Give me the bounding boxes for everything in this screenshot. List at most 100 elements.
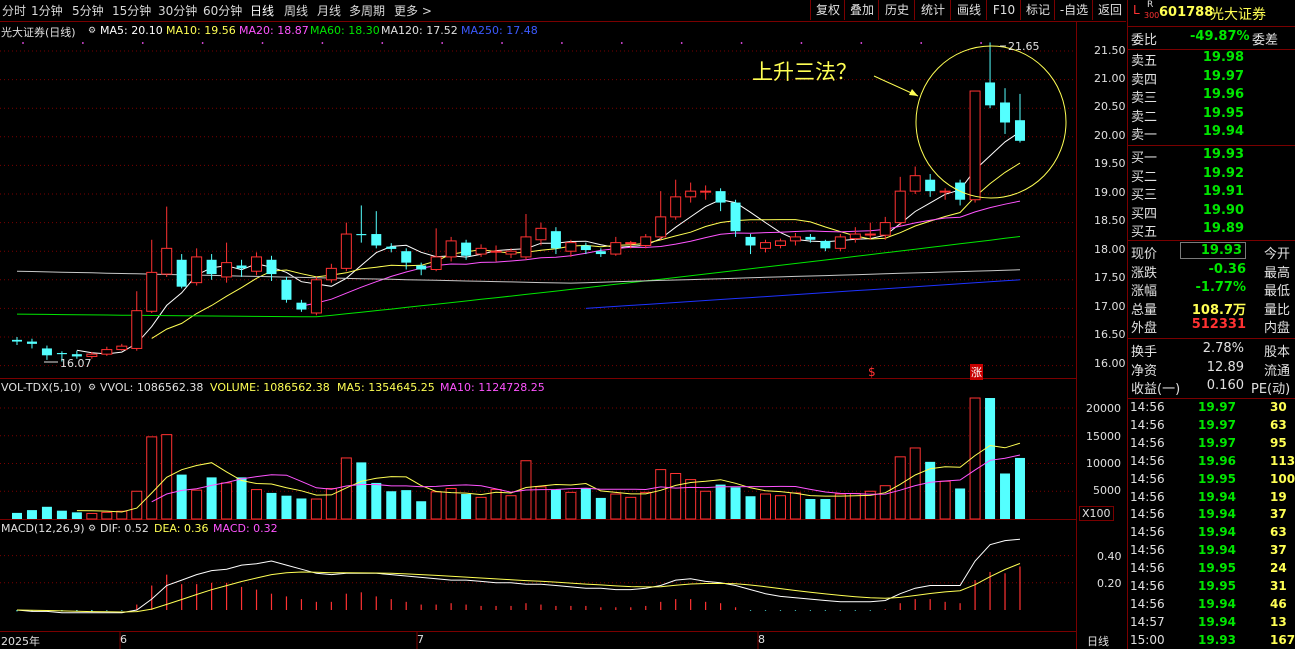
volume-bar: [730, 487, 741, 519]
volume-bar: [296, 498, 307, 519]
tick-row[interactable]: 14:56 19.97 30: [1128, 400, 1295, 418]
tick-row[interactable]: 14:56 19.95 31: [1128, 579, 1295, 597]
volume-bar: [610, 493, 622, 520]
vol-settings-icon[interactable]: ⚙: [88, 383, 96, 393]
price-tick: 16.00: [1094, 357, 1126, 370]
candle-body: [266, 259, 277, 275]
tick-row[interactable]: 14:56 19.97 95: [1128, 436, 1295, 454]
volume-bar: [939, 480, 951, 520]
candle-body: [56, 353, 67, 355]
price-tick: 17.00: [1094, 300, 1126, 313]
macd-value-legend: MACD: 0.32: [213, 522, 278, 535]
volume-bar: [386, 491, 397, 519]
badge-300: 300: [1144, 11, 1160, 20]
candle-body: [670, 196, 682, 218]
candle-body: [610, 242, 622, 255]
tick-time: 14:56: [1130, 489, 1165, 504]
stock-code: 601788: [1159, 5, 1214, 20]
tick-price: 19.97: [1198, 417, 1236, 432]
candle-body: [565, 242, 577, 252]
vol-ma5-line: [76, 442, 1021, 513]
ma250-line: [585, 279, 1021, 309]
dividend-marker: $: [868, 365, 876, 379]
volume-bar: [715, 484, 726, 519]
price-tick: 21.00: [1094, 72, 1126, 85]
tick-row[interactable]: 15:00 19.93 1675: [1128, 633, 1295, 649]
tick-volume: 37: [1270, 507, 1287, 522]
event-dot: [501, 42, 503, 44]
volume-bar: [625, 496, 637, 520]
tick-price: 19.97: [1198, 400, 1236, 414]
candle-body: [296, 302, 307, 310]
volume-bar: [849, 492, 861, 520]
period-footer[interactable]: 日线: [1087, 633, 1109, 649]
volume-bar: [146, 436, 158, 520]
volume-bar: [416, 501, 427, 519]
tick-price: 19.93: [1198, 632, 1236, 647]
high-price-label: 21.65: [1008, 40, 1040, 53]
volume-bar: [191, 489, 203, 520]
volume-bar: [550, 489, 561, 519]
tick-time: 14:56: [1130, 435, 1165, 450]
candle-body: [131, 310, 143, 349]
event-dot: [141, 42, 144, 44]
ask-row: 卖三 19.96: [1128, 87, 1295, 107]
stat-row: 净资 12.89 流通: [1128, 359, 1295, 379]
bid-row: 买一 19.93: [1128, 147, 1295, 166]
quote-value: 512331: [1191, 317, 1246, 333]
volume-bar: [505, 495, 517, 520]
volume-bar: [430, 491, 442, 520]
bid-price: 19.91: [1202, 184, 1244, 200]
tick-row[interactable]: 14:56 19.95 100: [1128, 472, 1295, 490]
volume-bar: [909, 447, 921, 520]
ask-price: 19.94: [1202, 124, 1244, 140]
volume-bar: [12, 512, 22, 519]
tick-row[interactable]: 14:56 19.96 113: [1128, 454, 1295, 472]
tick-row[interactable]: 14:56 19.97 63: [1128, 418, 1295, 436]
macd-settings-icon[interactable]: ⚙: [88, 524, 96, 534]
tick-row[interactable]: 14:56 19.94 63: [1128, 525, 1295, 543]
quote-value: 19.93: [1179, 242, 1246, 259]
volume-bar: [655, 469, 667, 520]
tick-time: 14:56: [1130, 543, 1165, 558]
candle-body: [146, 271, 158, 312]
back-button[interactable]: 返回: [1092, 0, 1127, 20]
event-dot: [920, 42, 923, 44]
candle-body: [371, 234, 382, 246]
event-dot: [22, 42, 24, 44]
volume-bar: [461, 494, 472, 519]
stock-name: 光大证券: [1210, 7, 1266, 23]
dea-line: [16, 563, 1021, 613]
stat-value: 0.160: [1206, 378, 1244, 394]
ask-label: 卖三: [1131, 91, 1158, 107]
volume-bar: [745, 496, 756, 519]
tick-row[interactable]: 14:56 19.95 24: [1128, 561, 1295, 579]
candle-body: [894, 190, 906, 224]
committee-row: 委比 -49.87% 委差: [1128, 29, 1295, 50]
candle-body: [925, 179, 936, 192]
vol-ma5-legend: MA5: 1354645.25: [337, 381, 435, 394]
event-dot: [381, 42, 384, 44]
volume-bar: [86, 512, 98, 520]
tick-volume: 30: [1270, 400, 1287, 414]
tick-row[interactable]: 14:57 19.94 13: [1128, 615, 1295, 633]
volume-bar: [266, 492, 277, 519]
event-dot: [261, 42, 264, 44]
candle-body: [445, 240, 457, 258]
candle-body: [879, 222, 891, 236]
tick-row[interactable]: 14:56 19.94 37: [1128, 543, 1295, 561]
tick-time: 14:56: [1130, 453, 1165, 468]
stat-row: 换手 2.78% 股本: [1128, 341, 1295, 360]
stat-value: 12.89: [1206, 359, 1244, 375]
candlestick-chart[interactable]: [0, 0, 1076, 649]
vol-unit-label: X100: [1079, 506, 1114, 521]
volume-bar: [310, 498, 322, 520]
stat-row: 收益(一) 0.160 PE(动): [1128, 378, 1295, 397]
candle-body: [281, 279, 292, 300]
vol-tick: 10000: [1086, 457, 1121, 470]
tick-row[interactable]: 14:56 19.94 37: [1128, 507, 1295, 525]
tick-row[interactable]: 14:56 19.94 46: [1128, 597, 1295, 615]
date-tick: 6: [120, 633, 127, 646]
tick-row[interactable]: 14:56 19.94 19: [1128, 490, 1295, 508]
event-dot: [81, 42, 84, 44]
